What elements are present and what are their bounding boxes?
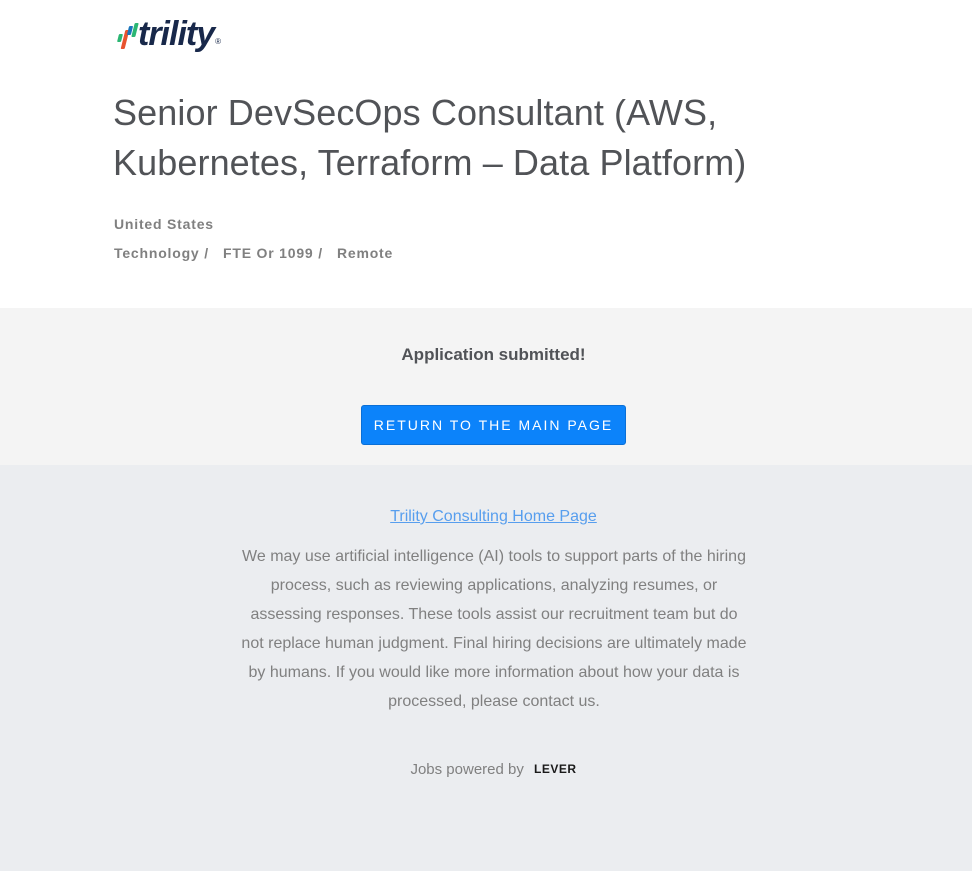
lever-logo[interactable]: LEVER <box>534 762 577 776</box>
application-submitted-message: Application submitted! <box>401 345 586 364</box>
return-to-main-page-button[interactable]: RETURN TO THE MAIN PAGE <box>361 405 626 445</box>
logo-bars-icon <box>115 17 139 51</box>
category-separator: / <box>199 245 223 261</box>
registered-mark: ® <box>215 37 222 46</box>
logo-wordmark: trility <box>138 15 215 53</box>
ai-usage-notice: We may use artificial intelligence (AI) … <box>241 548 747 710</box>
job-categories: Technology / FTE Or 1099 / Remote <box>114 245 393 261</box>
job-location: United States <box>114 216 214 232</box>
page: trility ® Senior DevSecOps Consultant (A… <box>0 0 972 871</box>
powered-by-label: Jobs powered by <box>410 761 524 778</box>
category-separator: / <box>313 245 337 261</box>
powered-by: Jobs powered by LEVER <box>0 761 972 778</box>
job-workplace-type: Remote <box>336 245 394 261</box>
confirmation-section: Application submitted! RETURN TO THE MAI… <box>0 308 972 465</box>
footer: Trility Consulting Home Page We may use … <box>0 465 972 871</box>
job-commitment: FTE Or 1099 <box>222 245 314 261</box>
job-team: Technology <box>114 245 200 261</box>
job-header: trility ® Senior DevSecOps Consultant (A… <box>0 0 972 308</box>
job-title: Senior DevSecOps Consultant (AWS, Kubern… <box>113 92 747 183</box>
trility-logo[interactable]: trility ® <box>115 14 221 54</box>
company-home-page-link[interactable]: Trility Consulting Home Page <box>0 508 972 526</box>
